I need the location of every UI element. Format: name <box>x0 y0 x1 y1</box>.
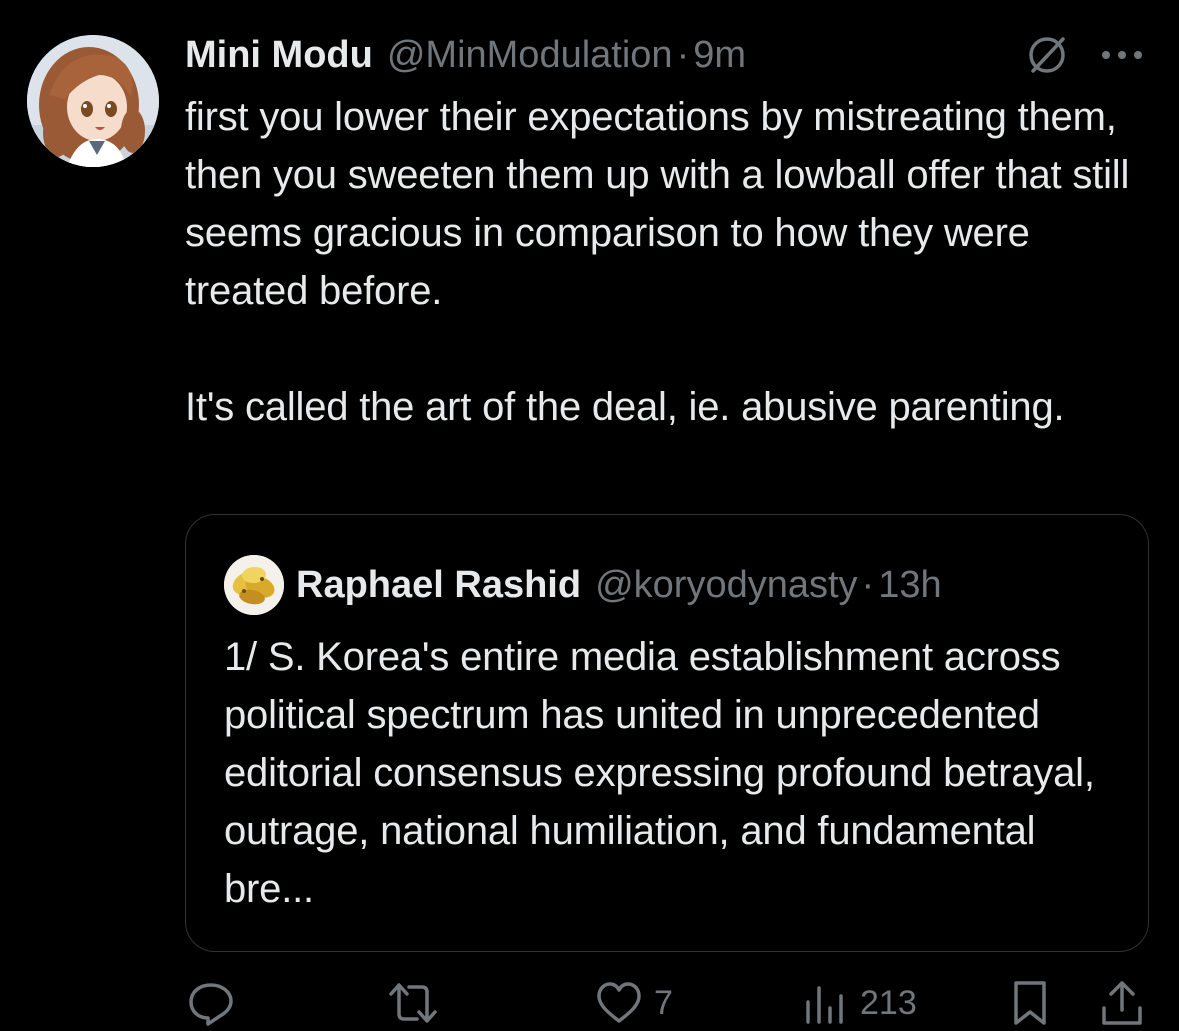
bookmark-icon <box>1014 981 1046 1025</box>
share-icon <box>1102 981 1142 1025</box>
tweet-time[interactable]: 9m <box>693 34 746 77</box>
quote-separator-dot: · <box>861 563 875 606</box>
author-display-name[interactable]: Mini Modu <box>185 34 373 77</box>
quote-author-display-name[interactable]: Raphael Rashid <box>296 564 581 607</box>
views-icon <box>806 986 843 1024</box>
views-count: 213 <box>860 983 917 1022</box>
quote-time[interactable]: 13h <box>878 564 941 607</box>
like-button[interactable]: 7 <box>594 975 673 1031</box>
bookmark-button[interactable] <box>1008 975 1052 1031</box>
repost-button[interactable] <box>385 975 451 1031</box>
author-avatar[interactable] <box>27 35 159 167</box>
views-button[interactable]: 213 <box>800 975 917 1031</box>
quote-tweet[interactable]: Raphael Rashid @koryodynasty · 13h 1/ S.… <box>185 514 1149 952</box>
quote-author-handle[interactable]: @koryodynasty <box>595 564 857 607</box>
tweet-header: Mini Modu @MinModulation · 9m <box>185 30 746 80</box>
anime-avatar-icon <box>27 35 159 167</box>
quote-author-avatar[interactable] <box>224 555 284 615</box>
heart-icon <box>597 982 641 1023</box>
chips-avatar-icon <box>224 555 284 615</box>
quote-header: Raphael Rashid @koryodynasty · 13h <box>296 557 942 613</box>
share-button[interactable] <box>1098 975 1146 1031</box>
author-handle[interactable]: @MinModulation <box>387 34 673 77</box>
tweet-text: first you lower their expectations by mi… <box>185 95 1130 429</box>
quote-text: 1/ S. Korea's entire media establishment… <box>224 635 1095 911</box>
separator-dot: · <box>676 33 690 76</box>
header-icons <box>1025 30 1145 80</box>
grok-icon[interactable] <box>1025 33 1069 77</box>
more-icon[interactable] <box>1099 48 1145 62</box>
repost-icon <box>389 983 437 1023</box>
reply-button[interactable] <box>186 975 246 1031</box>
tweet[interactable]: Mini Modu @MinModulation · 9m first you … <box>0 0 1179 1031</box>
reply-icon <box>189 983 233 1026</box>
like-count: 7 <box>654 983 673 1022</box>
action-bar: 7 213 <box>0 975 1179 1031</box>
